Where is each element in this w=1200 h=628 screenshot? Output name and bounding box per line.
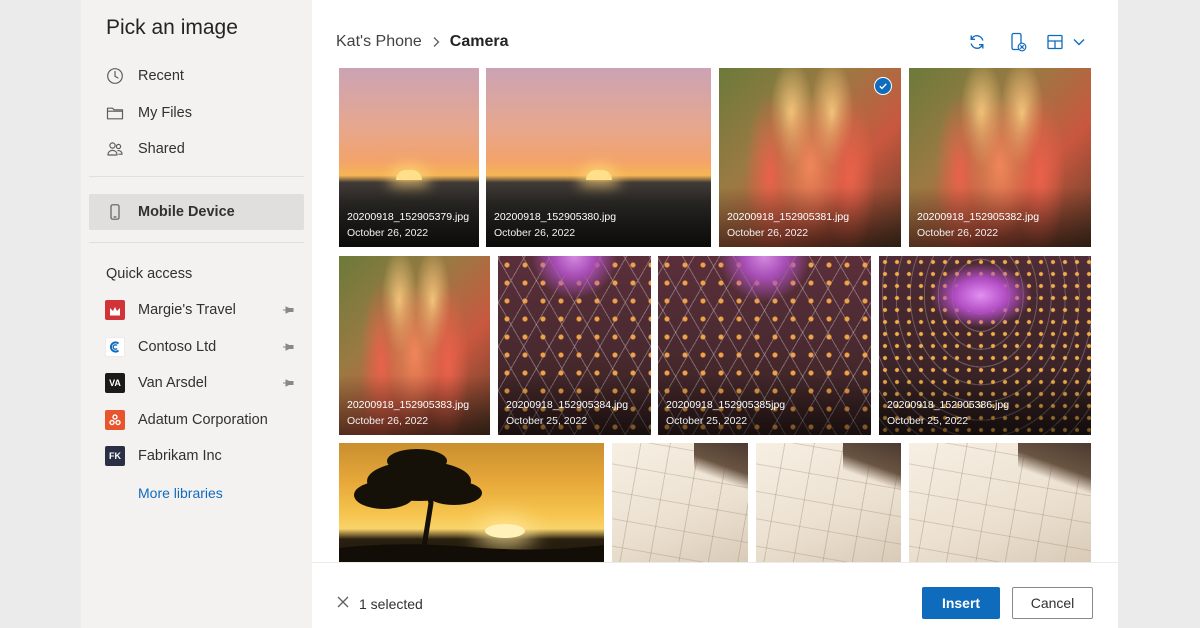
main-pane: Kat's Phone Camera 20200918_152905379.jp… (312, 0, 1118, 628)
divider (89, 242, 304, 243)
library-label: Adatum Corporation (138, 412, 268, 428)
nav-item-mobile-device[interactable]: Mobile Device (89, 194, 304, 230)
photo-date: October 26, 2022 (917, 227, 999, 239)
insert-button[interactable]: Insert (922, 587, 1000, 619)
photo-tile[interactable]: 20200918_152905380.jpg October 26, 2022 (486, 68, 711, 247)
contoso-logo-icon (105, 337, 125, 357)
photo-filename: 20200918_152905380.jpg (494, 211, 617, 223)
nav-item-shared[interactable]: Shared (89, 131, 304, 167)
photo-tile[interactable] (756, 443, 901, 562)
photo-date: October 26, 2022 (494, 227, 576, 239)
pin-icon[interactable] (281, 340, 295, 354)
photo-tile-selected[interactable]: 20200918_152905381.jpg October 26, 2022 (719, 68, 901, 247)
photo-thumbnail (756, 443, 901, 562)
photo-date: October 25, 2022 (506, 415, 588, 427)
photo-filename: 20200918_152905381.jpg (727, 211, 850, 223)
library-label: Contoso Ltd (138, 339, 217, 355)
image-picker-dialog: Pick an image Recent My Files Shared Mob… (81, 0, 1118, 628)
photo-tile[interactable]: 20200918_152905386.jpg October 25, 2022 (879, 256, 1091, 435)
divider (89, 176, 304, 177)
photo-tile[interactable]: 20200918_152905384.jpg October 25, 2022 (498, 256, 651, 435)
fabrikam-logo-icon: FK (105, 446, 125, 466)
breadcrumb: Kat's Phone Camera (336, 33, 508, 51)
photo-tile[interactable]: 20200918_152905383.jpg October 26, 2022 (339, 256, 490, 435)
quick-access-heading: Quick access (106, 266, 193, 282)
nav-item-recent[interactable]: Recent (89, 58, 304, 94)
library-margies-travel[interactable]: Margie's Travel (105, 297, 295, 323)
photo-date: October 26, 2022 (347, 415, 429, 427)
cancel-button[interactable]: Cancel (1012, 587, 1093, 619)
phone-icon (106, 203, 124, 221)
refresh-icon[interactable] (966, 31, 988, 53)
photo-date: October 26, 2022 (727, 227, 809, 239)
clock-icon (106, 67, 124, 85)
photo-tile[interactable]: 20200918_152905382.jpg October 26, 2022 (909, 68, 1091, 247)
nav-label: Mobile Device (138, 204, 235, 220)
library-contoso-ltd[interactable]: Contoso Ltd (105, 334, 295, 360)
more-libraries-link[interactable]: More libraries (138, 485, 223, 501)
photo-date: October 26, 2022 (347, 227, 429, 239)
photo-filename: 20200918_152905386.jpg (887, 399, 1010, 411)
phone-sync-icon[interactable] (1007, 31, 1029, 53)
chevron-right-icon (431, 36, 441, 48)
nav-label: My Files (138, 105, 192, 121)
pin-icon[interactable] (281, 376, 295, 390)
library-adatum-corporation[interactable]: Adatum Corporation (105, 407, 295, 433)
photo-filename: 20200918_152905384.jpg (506, 399, 629, 411)
nav-label: Shared (138, 141, 185, 157)
folder-icon (106, 104, 124, 122)
margies-travel-logo-icon (105, 300, 125, 320)
people-icon (106, 140, 124, 158)
library-label: Margie's Travel (138, 302, 236, 318)
breadcrumb-parent[interactable]: Kat's Phone (336, 33, 422, 51)
library-fabrikam-inc[interactable]: FK Fabrikam Inc (105, 443, 295, 469)
library-label: Fabrikam Inc (138, 448, 222, 464)
photo-tile[interactable]: 20200918_152905379.jpg October 26, 2022 (339, 68, 479, 247)
photo-filename: 20200918_152905385jpg (666, 399, 786, 411)
van-arsdel-logo-icon: VA (105, 373, 125, 393)
dialog-title: Pick an image (106, 16, 238, 39)
photo-filename: 20200918_152905383.jpg (347, 399, 470, 411)
photo-tile[interactable]: 20200918_152905385jpg October 25, 2022 (658, 256, 871, 435)
photo-date: October 25, 2022 (666, 415, 748, 427)
selection-count: 1 selected (359, 596, 423, 612)
layout-icon[interactable] (1044, 31, 1066, 53)
photo-filename: 20200918_152905382.jpg (917, 211, 1040, 223)
chevron-down-icon[interactable] (1068, 31, 1090, 53)
nav-item-my-files[interactable]: My Files (89, 95, 304, 131)
photo-thumbnail (612, 443, 748, 562)
photo-date: October 25, 2022 (887, 415, 969, 427)
close-icon[interactable] (336, 595, 350, 609)
photo-thumbnail (909, 443, 1091, 562)
nav-label: Recent (138, 68, 184, 84)
sidebar: Pick an image Recent My Files Shared Mob… (81, 0, 312, 628)
pin-icon[interactable] (281, 303, 295, 317)
photo-tile[interactable] (339, 443, 604, 562)
photo-tile[interactable] (909, 443, 1091, 562)
photo-thumbnail (339, 443, 604, 562)
library-label: Van Arsdel (138, 375, 208, 391)
photo-grid: 20200918_152905379.jpg October 26, 2022 … (312, 66, 1118, 562)
library-van-arsdel[interactable]: VA Van Arsdel (105, 370, 295, 396)
adatum-logo-icon (105, 410, 125, 430)
photo-filename: 20200918_152905379.jpg (347, 211, 470, 223)
checkmark-icon[interactable] (874, 77, 892, 95)
photo-tile[interactable] (612, 443, 748, 562)
dialog-footer: 1 selected Insert Cancel (312, 562, 1118, 628)
breadcrumb-current: Camera (449, 33, 509, 50)
